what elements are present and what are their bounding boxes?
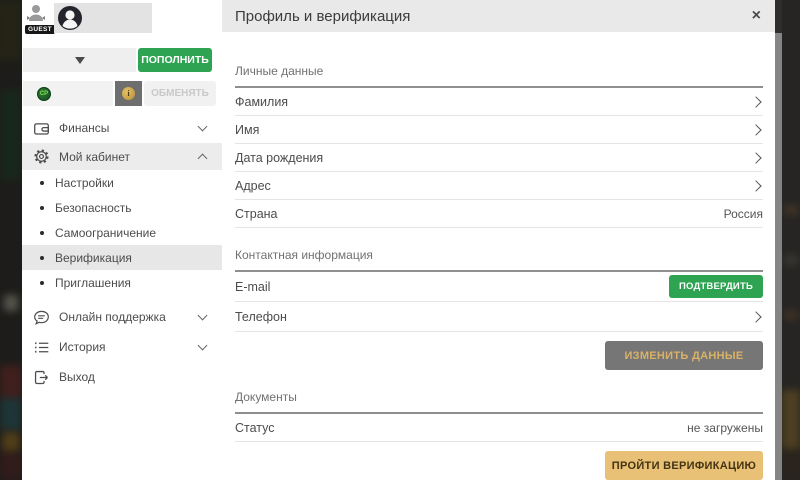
submenu-label: Настройки	[55, 176, 114, 190]
chevron-down-icon	[198, 341, 208, 351]
deposit-button[interactable]: ПОПОЛНИТЬ	[138, 48, 212, 72]
field-row-lastname[interactable]: Фамилия	[235, 88, 763, 116]
field-label: Фамилия	[235, 95, 752, 109]
field-label: Имя	[235, 123, 752, 137]
guest-avatar[interactable]: GUEST	[25, 3, 51, 34]
cp-balance: CP	[23, 81, 113, 106]
sidebar-item-my-account[interactable]: Мой кабинет	[22, 143, 222, 170]
sidebar-item-invitations[interactable]: Приглашения	[22, 270, 222, 295]
field-row-firstname[interactable]: Имя	[235, 116, 763, 144]
field-row-email: E-mail ПОДТВЕРДИТЬ	[235, 272, 763, 302]
field-label: Адрес	[235, 179, 752, 193]
sidebar-item-label: Онлайн поддержка	[59, 310, 199, 324]
sidebar-item-finances[interactable]: Финансы	[22, 113, 222, 143]
avatar[interactable]	[54, 3, 152, 33]
edit-data-button[interactable]: ИЗМЕНИТЬ ДАННЫЕ	[605, 341, 763, 370]
person-icon	[25, 3, 47, 25]
submenu-label: Приглашения	[55, 276, 131, 290]
sidebar-item-security[interactable]: Безопасность	[22, 195, 222, 220]
submenu-label: Верификация	[55, 251, 132, 265]
sidebar-item-logout[interactable]: Выход	[22, 362, 222, 392]
field-label: Телефон	[235, 310, 752, 324]
chevron-right-icon	[750, 180, 761, 191]
sidebar-item-label: Мой кабинет	[59, 150, 199, 164]
bullet-icon	[40, 231, 44, 235]
logout-icon	[33, 369, 50, 386]
field-row-phone[interactable]: Телефон	[235, 302, 763, 332]
close-icon[interactable]: ×	[752, 8, 761, 24]
chevron-right-icon	[750, 152, 761, 163]
field-row-address[interactable]: Адрес	[235, 172, 763, 200]
submenu-label: Безопасность	[55, 201, 132, 215]
field-label: Дата рождения	[235, 151, 752, 165]
account-modal: GUEST ПОПОЛНИТЬ CP i ОБМЕНЯ	[22, 0, 775, 480]
modal-scrollbar-track	[775, 0, 782, 480]
account-sidebar: GUEST ПОПОЛНИТЬ CP i ОБМЕНЯ	[22, 0, 222, 480]
section-title-documents: Документы	[235, 390, 763, 404]
chevron-down-icon	[198, 122, 208, 132]
bonus-row: CP i ОБМЕНЯТЬ	[23, 81, 222, 106]
field-value: не загружены	[687, 421, 763, 435]
field-value: Россия	[724, 207, 763, 221]
sidebar-item-history[interactable]: История	[22, 332, 222, 362]
chevron-right-icon	[750, 311, 761, 322]
section-title-contact: Контактная информация	[235, 248, 763, 262]
confirm-email-button[interactable]: ПОДТВЕРДИТЬ	[669, 275, 763, 298]
modal-content: Личные данные Фамилия Имя Дата рождения …	[222, 64, 775, 480]
field-label: Страна	[235, 207, 724, 221]
sidebar-item-self-limitation[interactable]: Самоограничение	[22, 220, 222, 245]
sidebar-menu: Финансы Мой кабинет Настройки	[22, 113, 222, 392]
bullet-icon	[40, 181, 44, 185]
background-page-left	[0, 0, 22, 480]
coin-info-button[interactable]: i	[115, 81, 142, 106]
submenu-label: Самоограничение	[55, 226, 156, 240]
avatar-icon	[57, 5, 83, 31]
chevron-right-icon	[750, 124, 761, 135]
currency-dropdown[interactable]	[23, 48, 136, 72]
sidebar-item-verification[interactable]: Верификация	[22, 245, 222, 270]
sidebar-item-label: Выход	[59, 370, 206, 384]
profile-verification-panel: Профиль и верификация × Личные данные Фа…	[222, 0, 775, 480]
chevron-right-icon	[750, 96, 761, 107]
gear-icon	[33, 148, 50, 165]
sidebar-item-online-support[interactable]: Онлайн поддержка	[22, 302, 222, 332]
field-row-birthdate[interactable]: Дата рождения	[235, 144, 763, 172]
modal-header: Профиль и верификация ×	[222, 0, 775, 32]
field-label: E-mail	[235, 280, 669, 294]
chevron-up-icon	[198, 154, 208, 164]
field-row-country: Страна Россия	[235, 200, 763, 228]
section-title-personal: Личные данные	[235, 64, 763, 78]
list-icon	[33, 339, 50, 356]
guest-badge: GUEST	[25, 25, 55, 34]
user-row: GUEST	[23, 3, 222, 35]
start-verification-button[interactable]: ПРОЙТИ ВЕРИФИКАЦИЮ	[605, 451, 763, 480]
cp-coin-icon: CP	[37, 87, 51, 101]
bullet-icon	[40, 206, 44, 210]
wallet-icon	[33, 120, 50, 137]
sidebar-item-label: История	[59, 340, 199, 354]
chat-icon	[33, 309, 50, 326]
chevron-down-icon	[198, 311, 208, 321]
gold-coin-icon: i	[122, 87, 135, 100]
field-row-status: Статус не загружены	[235, 414, 763, 442]
modal-scrollbar-thumb[interactable]	[775, 33, 782, 480]
verify-button-row: ПРОЙТИ ВЕРИФИКАЦИЮ	[235, 451, 763, 480]
page-title: Профиль и верификация	[235, 8, 752, 25]
exchange-button[interactable]: ОБМЕНЯТЬ	[144, 81, 216, 106]
sidebar-item-settings[interactable]: Настройки	[22, 170, 222, 195]
sidebar-item-label: Финансы	[59, 121, 199, 135]
field-label: Статус	[235, 421, 687, 435]
edit-button-row: ИЗМЕНИТЬ ДАННЫЕ	[235, 341, 763, 370]
caret-down-icon	[75, 57, 85, 64]
background-page-right	[782, 0, 800, 480]
bullet-icon	[40, 281, 44, 285]
balance-row: ПОПОЛНИТЬ	[23, 48, 222, 72]
bullet-icon	[40, 256, 44, 260]
